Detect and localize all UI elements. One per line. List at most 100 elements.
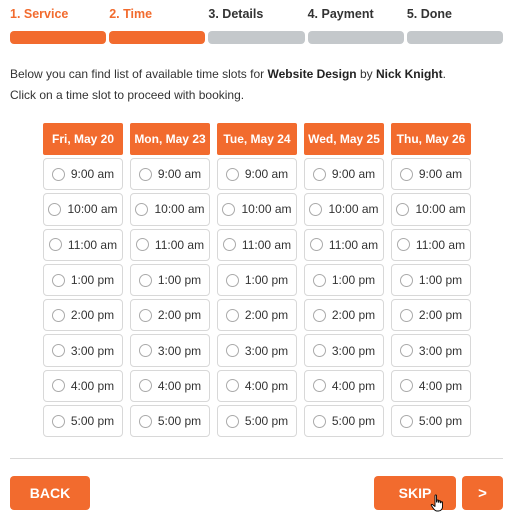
time-slot[interactable]: 4:00 pm (43, 369, 123, 403)
radio-circle-icon[interactable] (312, 273, 326, 287)
radio-circle-icon[interactable] (51, 344, 65, 358)
time-slot[interactable]: 2:00 pm (217, 299, 297, 332)
slot-time-label: 10:00 am (67, 202, 118, 217)
time-slot[interactable]: 4:00 pm (391, 369, 471, 403)
time-slot[interactable]: 2:00 pm (43, 299, 123, 332)
slot-time-label: 9:00 am (157, 167, 202, 182)
radio-circle-icon[interactable] (225, 344, 239, 358)
radio-circle-icon[interactable] (396, 238, 410, 252)
radio-circle-icon[interactable] (312, 167, 326, 181)
time-slot[interactable]: 4:00 pm (304, 369, 384, 403)
time-slot[interactable]: 3:00 pm (130, 334, 210, 367)
time-slot[interactable]: 1:00 pm (304, 263, 384, 297)
time-slot[interactable]: 9:00 am (391, 158, 471, 191)
back-button[interactable]: BACK (10, 476, 90, 510)
radio-circle-icon[interactable] (399, 414, 413, 428)
radio-circle-icon[interactable] (48, 238, 62, 252)
time-slot[interactable]: 10:00 am (391, 193, 471, 226)
radio-circle-icon[interactable] (51, 379, 65, 393)
time-slot[interactable]: 3:00 pm (217, 334, 297, 367)
radio-circle-icon[interactable] (222, 238, 236, 252)
radio-circle-icon[interactable] (399, 273, 413, 287)
next-button[interactable]: > (462, 476, 503, 510)
time-slot[interactable]: 11:00 am (130, 228, 210, 261)
radio-circle-icon[interactable] (399, 308, 413, 322)
slot-time-label: 3:00 pm (331, 343, 376, 358)
time-slot[interactable]: 2:00 pm (130, 299, 210, 332)
time-slot[interactable]: 3:00 pm (43, 334, 123, 367)
slot-time-label: 2:00 pm (244, 308, 289, 323)
slot-time-label: 1:00 pm (157, 273, 202, 288)
radio-circle-icon[interactable] (312, 308, 326, 322)
slot-time-label: 11:00 am (67, 237, 118, 252)
time-slot[interactable]: 5:00 pm (217, 405, 297, 438)
radio-circle-icon[interactable] (51, 308, 65, 322)
time-slot[interactable]: 5:00 pm (304, 405, 384, 438)
day-column: Mon, May 23 9:00 am 10:00 am 11:00 am 1:00 p… (130, 123, 210, 438)
radio-circle-icon[interactable] (222, 202, 236, 216)
radio-circle-icon[interactable] (309, 238, 323, 252)
radio-circle-icon[interactable] (399, 167, 413, 181)
radio-circle-icon[interactable] (225, 167, 239, 181)
slot-time-label: 5:00 pm (70, 414, 115, 429)
radio-circle-icon[interactable] (309, 202, 323, 216)
time-slot[interactable]: 10:00 am (43, 193, 123, 226)
time-slot[interactable]: 1:00 pm (43, 263, 123, 297)
radio-circle-icon[interactable] (312, 414, 326, 428)
radio-circle-icon[interactable] (396, 202, 410, 216)
radio-circle-icon[interactable] (225, 273, 239, 287)
slot-time-label: 4:00 pm (418, 378, 463, 393)
time-slot[interactable]: 5:00 pm (391, 405, 471, 438)
radio-circle-icon[interactable] (225, 414, 239, 428)
time-slot[interactable]: 2:00 pm (304, 299, 384, 332)
radio-circle-icon[interactable] (225, 308, 239, 322)
time-slot[interactable]: 4:00 pm (130, 369, 210, 403)
radio-circle-icon[interactable] (135, 238, 149, 252)
slot-time-label: 3:00 pm (157, 343, 202, 358)
slot-time-label: 5:00 pm (157, 414, 202, 429)
time-slot[interactable]: 9:00 am (43, 158, 123, 191)
radio-circle-icon[interactable] (399, 379, 413, 393)
time-slot[interactable]: 11:00 am (217, 228, 297, 261)
time-slot[interactable]: 9:00 am (217, 158, 297, 191)
time-slot[interactable]: 10:00 am (217, 193, 297, 226)
radio-circle-icon[interactable] (138, 273, 152, 287)
time-slot[interactable]: 2:00 pm (391, 299, 471, 332)
time-slot[interactable]: 9:00 am (304, 158, 384, 191)
time-slot[interactable]: 4:00 pm (217, 369, 297, 403)
radio-circle-icon[interactable] (399, 344, 413, 358)
time-slot[interactable]: 1:00 pm (130, 263, 210, 297)
time-slot[interactable]: 10:00 am (130, 193, 210, 226)
slot-time-label: 9:00 am (331, 167, 376, 182)
radio-circle-icon[interactable] (138, 344, 152, 358)
step-bar (10, 31, 107, 44)
radio-circle-icon[interactable] (135, 202, 149, 216)
day-column: Fri, May 20 9:00 am 10:00 am 11:00 am 1:00 p… (43, 123, 123, 438)
time-slot[interactable]: 5:00 pm (130, 405, 210, 438)
radio-circle-icon[interactable] (138, 414, 152, 428)
radio-circle-icon[interactable] (51, 273, 65, 287)
radio-circle-icon[interactable] (138, 308, 152, 322)
radio-circle-icon[interactable] (312, 379, 326, 393)
radio-circle-icon[interactable] (51, 167, 65, 181)
time-slot[interactable]: 11:00 am (304, 228, 384, 261)
time-slot[interactable]: 9:00 am (130, 158, 210, 191)
time-slot[interactable]: 1:00 pm (391, 263, 471, 297)
time-slot[interactable]: 11:00 am (391, 228, 471, 261)
time-slot[interactable]: 1:00 pm (217, 263, 297, 297)
time-slot[interactable]: 3:00 pm (304, 334, 384, 367)
radio-circle-icon[interactable] (312, 344, 326, 358)
radio-circle-icon[interactable] (225, 379, 239, 393)
time-slot[interactable]: 10:00 am (304, 193, 384, 226)
radio-circle-icon[interactable] (48, 202, 62, 216)
service-name: Website Design (267, 67, 357, 81)
radio-circle-icon[interactable] (51, 414, 65, 428)
step-bar (406, 31, 504, 44)
time-slot[interactable]: 3:00 pm (391, 334, 471, 367)
radio-circle-icon[interactable] (138, 167, 152, 181)
hand-pointer-icon (430, 494, 443, 512)
divider (10, 458, 503, 459)
time-slot[interactable]: 5:00 pm (43, 405, 123, 438)
time-slot[interactable]: 11:00 am (43, 228, 123, 261)
radio-circle-icon[interactable] (138, 379, 152, 393)
